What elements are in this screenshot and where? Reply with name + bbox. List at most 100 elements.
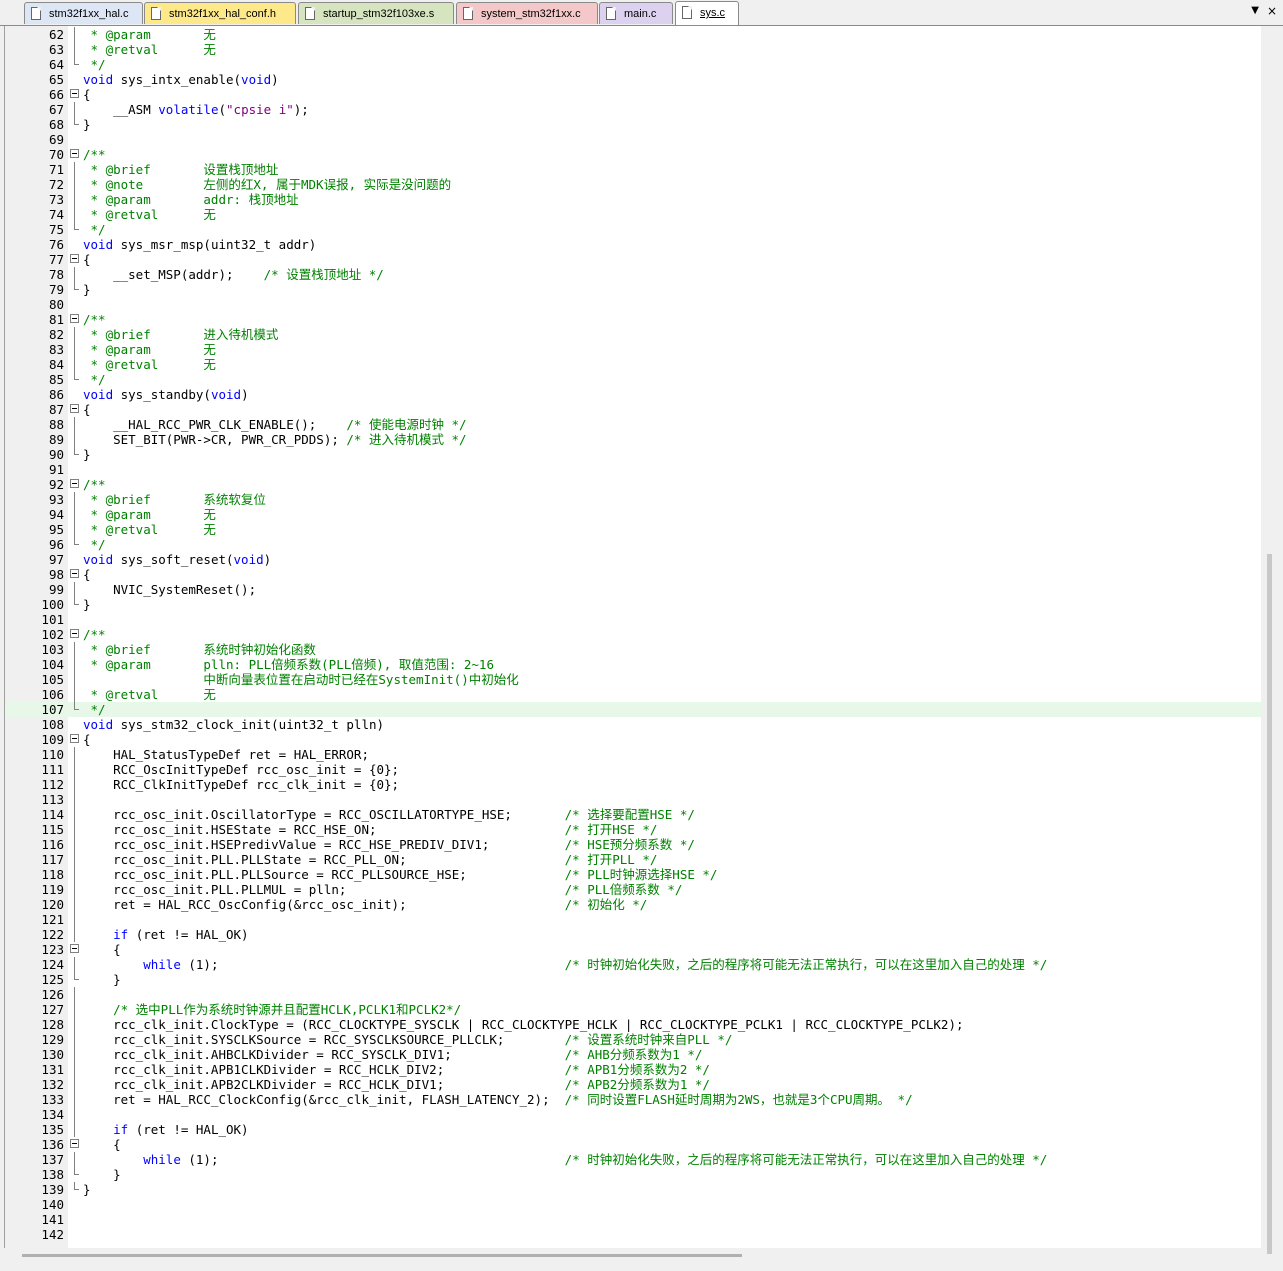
code-line[interactable]: 68} <box>5 117 1261 132</box>
code-line[interactable]: 82 * @brief 进入待机模式 <box>5 327 1261 342</box>
tab-stm32f1xx-hal-c[interactable]: stm32f1xx_hal.c <box>24 2 143 24</box>
code-line[interactable]: 73 * @param addr: 栈顶地址 <box>5 192 1261 207</box>
code-line[interactable]: 117 rcc_osc_init.PLL.PLLState = RCC_PLL_… <box>5 852 1261 867</box>
vertical-scrollbar[interactable] <box>1262 26 1283 1254</box>
code-line[interactable]: 79} <box>5 282 1261 297</box>
code-line[interactable]: 62 * @param 无 <box>5 27 1261 42</box>
code-line[interactable]: 100} <box>5 597 1261 612</box>
close-icon[interactable]: × <box>1267 4 1277 18</box>
code-line[interactable]: 137 while (1); /* 时钟初始化失败，之后的程序将可能无法正常执行… <box>5 1152 1261 1167</box>
fold-collapse-icon[interactable] <box>70 734 79 743</box>
code-line[interactable]: 91 <box>5 462 1261 477</box>
code-line[interactable]: 120 ret = HAL_RCC_OscConfig(&rcc_osc_ini… <box>5 897 1261 912</box>
code-line[interactable]: 96 */ <box>5 537 1261 552</box>
fold-collapse-icon[interactable] <box>70 89 79 98</box>
code-line[interactable]: 75 */ <box>5 222 1261 237</box>
fold-collapse-icon[interactable] <box>70 569 79 578</box>
code-line[interactable]: 119 rcc_osc_init.PLL.PLLMUL = plln; /* P… <box>5 882 1261 897</box>
code-line[interactable]: 98 { <box>5 567 1261 582</box>
code-line[interactable]: 71 * @brief 设置栈顶地址 <box>5 162 1261 177</box>
code-line[interactable]: 63 * @retval 无 <box>5 42 1261 57</box>
code-line[interactable]: 114 rcc_osc_init.OscillatorType = RCC_OS… <box>5 807 1261 822</box>
code-line[interactable]: 97 void sys_soft_reset(void) <box>5 552 1261 567</box>
code-line[interactable]: 112 RCC_ClkInitTypeDef rcc_clk_init = {0… <box>5 777 1261 792</box>
code-line[interactable]: 95 * @retval 无 <box>5 522 1261 537</box>
code-line[interactable]: 110 HAL_StatusTypeDef ret = HAL_ERROR; <box>5 747 1261 762</box>
code-line[interactable]: 69 <box>5 132 1261 147</box>
code-line[interactable]: 99 NVIC_SystemReset(); <box>5 582 1261 597</box>
tab-sys-c[interactable]: sys.c <box>675 1 739 25</box>
fold-collapse-icon[interactable] <box>70 479 79 488</box>
code-line[interactable]: 118 rcc_osc_init.PLL.PLLSource = RCC_PLL… <box>5 867 1261 882</box>
code-line[interactable]: 136 { <box>5 1137 1261 1152</box>
fold-collapse-icon[interactable] <box>70 314 79 323</box>
code-line[interactable]: 80 <box>5 297 1261 312</box>
code-line[interactable]: 90} <box>5 447 1261 462</box>
code-line[interactable]: 64 */ <box>5 57 1261 72</box>
fold-collapse-icon[interactable] <box>70 149 79 158</box>
code-line[interactable]: 66 { <box>5 87 1261 102</box>
code-line[interactable]: 92 /** <box>5 477 1261 492</box>
code-line[interactable]: 103 * @brief 系统时钟初始化函数 <box>5 642 1261 657</box>
code-line[interactable]: 141 <box>5 1212 1261 1227</box>
fold-collapse-icon[interactable] <box>70 944 79 953</box>
code-line[interactable]: 107 */ <box>5 702 1261 717</box>
code-line[interactable]: 77 { <box>5 252 1261 267</box>
fold-collapse-icon[interactable] <box>70 629 79 638</box>
code-line[interactable]: 127 /* 选中PLL作为系统时钟源并且配置HCLK,PCLK1和PCLK2*… <box>5 1002 1261 1017</box>
code-line[interactable]: 122 if (ret != HAL_OK) <box>5 927 1261 942</box>
code-line[interactable]: 102 /** <box>5 627 1261 642</box>
code-line[interactable]: 87 { <box>5 402 1261 417</box>
code-line[interactable]: 84 * @retval 无 <box>5 357 1261 372</box>
code-line[interactable]: 115 rcc_osc_init.HSEState = RCC_HSE_ON; … <box>5 822 1261 837</box>
code-line[interactable]: 124 while (1); /* 时钟初始化失败，之后的程序将可能无法正常执行… <box>5 957 1261 972</box>
code-line[interactable]: 93 * @brief 系统软复位 <box>5 492 1261 507</box>
code-line[interactable]: 123 { <box>5 942 1261 957</box>
code-line[interactable]: 111 RCC_OscInitTypeDef rcc_osc_init = {0… <box>5 762 1261 777</box>
code-line[interactable]: 81 /** <box>5 312 1261 327</box>
horizontal-scrollbar[interactable] <box>4 1249 1260 1271</box>
fold-collapse-icon[interactable] <box>70 404 79 413</box>
code-editor[interactable]: 62 * @param 无 63 * @retval 无 64 */65 void s… <box>4 26 1261 1248</box>
code-line[interactable]: 129 rcc_clk_init.SYSCLKSource = RCC_SYSC… <box>5 1032 1261 1047</box>
code-line[interactable]: 133 ret = HAL_RCC_ClockConfig(&rcc_clk_i… <box>5 1092 1261 1107</box>
tab-system-stm32f1xx-c[interactable]: system_stm32f1xx.c <box>456 2 598 24</box>
code-line[interactable]: 116 rcc_osc_init.HSEPredivValue = RCC_HS… <box>5 837 1261 852</box>
code-line[interactable]: 113 <box>5 792 1261 807</box>
code-line[interactable]: 74 * @retval 无 <box>5 207 1261 222</box>
code-line[interactable]: 139} <box>5 1182 1261 1197</box>
code-line[interactable]: 126 <box>5 987 1261 1002</box>
code-line[interactable]: 94 * @param 无 <box>5 507 1261 522</box>
code-line[interactable]: 70 /** <box>5 147 1261 162</box>
code-line[interactable]: 121 <box>5 912 1261 927</box>
code-line[interactable]: 104 * @param plln: PLL倍频系数(PLL倍频), 取值范围:… <box>5 657 1261 672</box>
code-line[interactable]: 130 rcc_clk_init.AHBCLKDivider = RCC_SYS… <box>5 1047 1261 1062</box>
code-line[interactable]: 76 void sys_msr_msp(uint32_t addr) <box>5 237 1261 252</box>
code-line[interactable]: 131 rcc_clk_init.APB1CLKDivider = RCC_HC… <box>5 1062 1261 1077</box>
fold-collapse-icon[interactable] <box>70 1139 79 1148</box>
tab-list-dropdown-icon[interactable]: ▼ <box>1251 5 1259 16</box>
code-line[interactable]: 138 } <box>5 1167 1261 1182</box>
code-line[interactable]: 86 void sys_standby(void) <box>5 387 1261 402</box>
code-line[interactable]: 106 * @retval 无 <box>5 687 1261 702</box>
code-line[interactable]: 89 SET_BIT(PWR->CR, PWR_CR_PDDS); /* 进入待… <box>5 432 1261 447</box>
fold-collapse-icon[interactable] <box>70 254 79 263</box>
code-line[interactable]: 134 <box>5 1107 1261 1122</box>
code-line[interactable]: 128 rcc_clk_init.ClockType = (RCC_CLOCKT… <box>5 1017 1261 1032</box>
code-line[interactable]: 125 } <box>5 972 1261 987</box>
code-line[interactable]: 109 { <box>5 732 1261 747</box>
code-line[interactable]: 88 __HAL_RCC_PWR_CLK_ENABLE(); /* 使能电源时钟… <box>5 417 1261 432</box>
tab-stm32f1xx-hal-conf-h[interactable]: stm32f1xx_hal_conf.h <box>144 2 296 24</box>
code-line[interactable]: 85 */ <box>5 372 1261 387</box>
code-line[interactable]: 135 if (ret != HAL_OK) <box>5 1122 1261 1137</box>
code-line[interactable]: 65 void sys_intx_enable(void) <box>5 72 1261 87</box>
horizontal-scroll-thumb[interactable] <box>22 1254 742 1257</box>
code-line[interactable]: 101 <box>5 612 1261 627</box>
code-line[interactable]: 108 void sys_stm32_clock_init(uint32_t pl… <box>5 717 1261 732</box>
tab-main-c[interactable]: main.c <box>599 2 673 24</box>
code-line[interactable]: 142 <box>5 1227 1261 1242</box>
code-line[interactable]: 132 rcc_clk_init.APB2CLKDivider = RCC_HC… <box>5 1077 1261 1092</box>
code-line[interactable]: 140 <box>5 1197 1261 1212</box>
tab-startup-stm32f103xe-s[interactable]: startup_stm32f103xe.s <box>298 2 454 24</box>
code-line[interactable]: 83 * @param 无 <box>5 342 1261 357</box>
